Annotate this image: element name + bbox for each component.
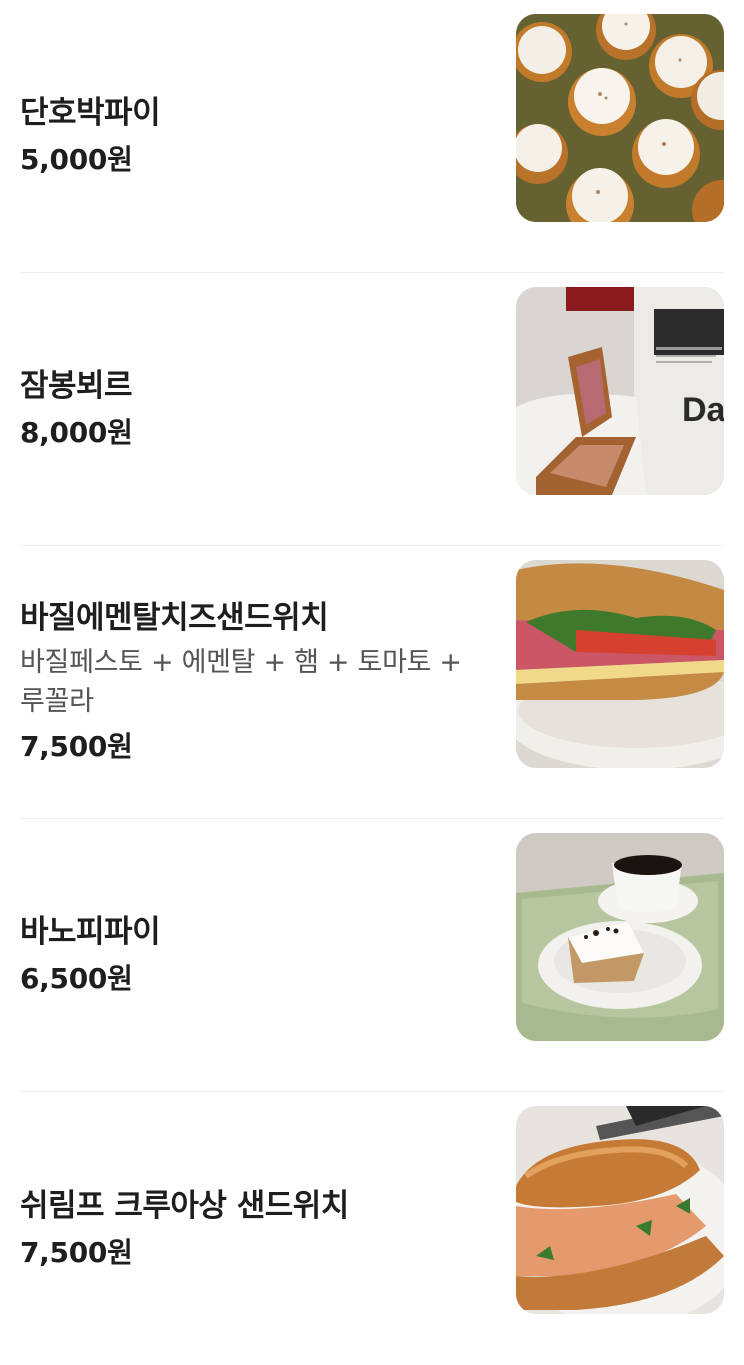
menu-item-image[interactable]: [516, 14, 724, 222]
shrimp-croissant-photo: [516, 1106, 724, 1314]
menu-item-info: 바질에멘탈치즈샌드위치 바질페스토 + 에멘탈 + 햄 + 토마토 + 루꼴라 …: [20, 546, 490, 818]
menu-item-name: 단호박파이: [20, 95, 161, 131]
menu-item-image[interactable]: [516, 833, 724, 1041]
menu-item-name: 쉬림프 크루아상 샌드위치: [20, 1187, 349, 1224]
menu-item-shrimp-croissant-sandwich[interactable]: 쉬림프 크루아상 샌드위치 7,500원: [20, 1092, 724, 1365]
menu-item-price: 8,000원: [20, 416, 133, 449]
menu-item-name: 바질에멘탈치즈샌드위치: [20, 600, 329, 636]
basil-sandwich-photo: [516, 560, 724, 768]
pumpkin-pie-photo: [516, 14, 724, 222]
menu-item-name: 잠봉뵈르: [20, 368, 133, 404]
menu-item-image[interactable]: [516, 1106, 724, 1314]
photo-text: Da: [682, 391, 724, 429]
banoffee-pie-photo: [516, 833, 724, 1041]
menu-item-info: 쉬림프 크루아상 샌드위치 7,500원: [20, 1092, 490, 1365]
menu-item-price: 7,500원: [20, 730, 133, 763]
menu-list: 단호박파이 5,000원 잠봉뵈르 8,000원 Da 바질에멘탈치즈샌드위치 …: [20, 0, 724, 1365]
menu-item-info: 단호박파이 5,000원: [20, 0, 490, 272]
menu-item-info: 잠봉뵈르 8,000원: [20, 273, 490, 545]
jambon-beurre-photo: Da: [516, 287, 724, 495]
menu-item-image[interactable]: [516, 560, 724, 768]
menu-item-pumpkin-pie[interactable]: 단호박파이 5,000원: [20, 0, 724, 273]
menu-item-description: 바질페스토 + 에멘탈 + 햄 + 토마토 + 루꼴라: [20, 647, 462, 717]
menu-item-price: 7,500원: [20, 1235, 133, 1269]
menu-item-basil-emmental-sandwich[interactable]: 바질에멘탈치즈샌드위치 바질페스토 + 에멘탈 + 햄 + 토마토 + 루꼴라 …: [20, 546, 724, 819]
menu-item-image[interactable]: Da: [516, 287, 724, 495]
menu-item-info: 바노피파이 6,500원: [20, 819, 490, 1091]
menu-item-banoffee-pie[interactable]: 바노피파이 6,500원: [20, 819, 724, 1092]
menu-item-jambon-beurre[interactable]: 잠봉뵈르 8,000원 Da: [20, 273, 724, 546]
menu-item-name: 바노피파이: [20, 914, 161, 950]
menu-item-price: 6,500원: [20, 962, 133, 995]
menu-item-price: 5,000원: [20, 143, 133, 176]
